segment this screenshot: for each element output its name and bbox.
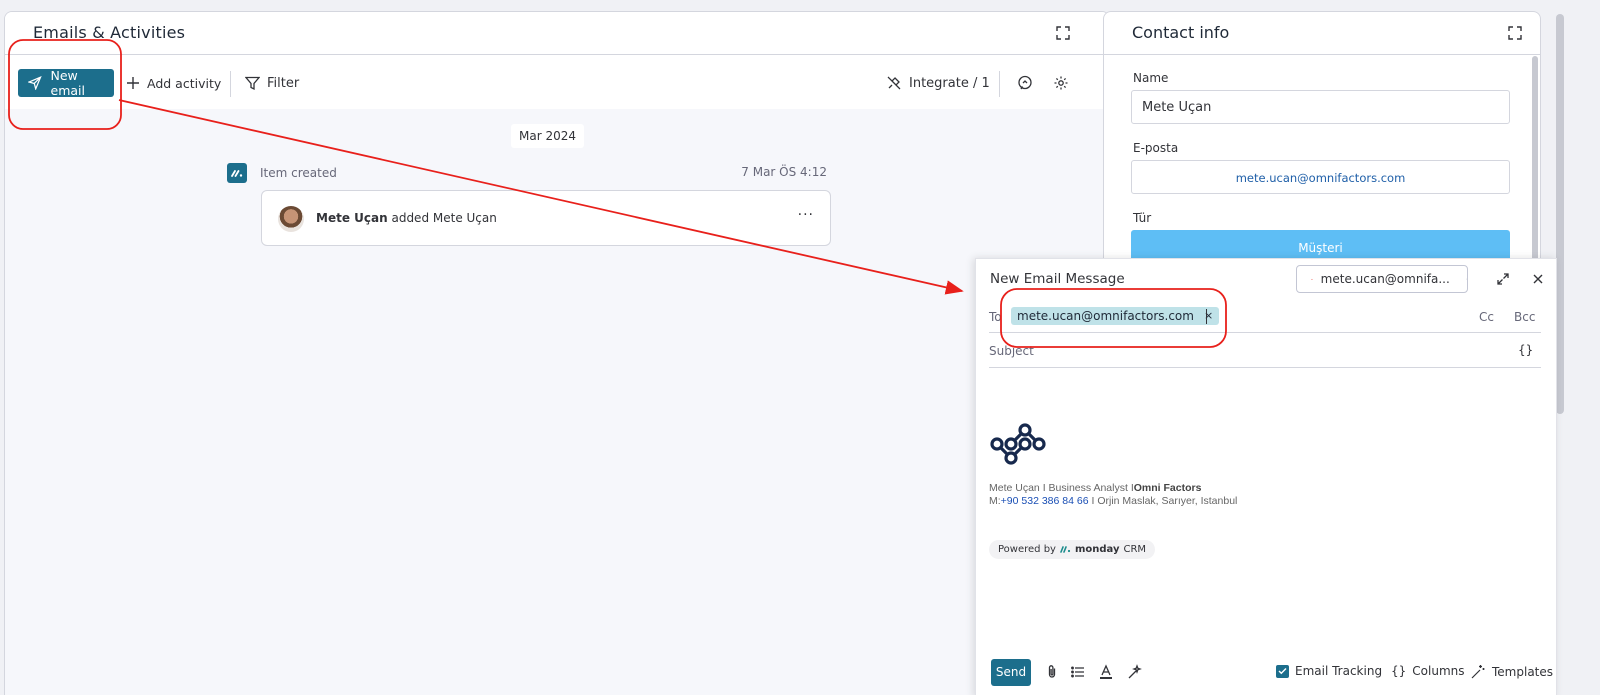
gmail-icon xyxy=(1311,278,1313,280)
to-row: To mete.ucan@omnifactors.com × Cc Bcc xyxy=(989,299,1541,333)
integrate-label: Integrate / 1 xyxy=(909,75,990,91)
phone-prefix: M: xyxy=(989,495,1001,507)
filter-icon xyxy=(245,76,260,90)
name-label: Name xyxy=(1133,71,1169,85)
recipient-chip[interactable]: mete.ucan@omnifactors.com × xyxy=(1011,307,1220,325)
emails-activities-panel: Emails & Activities New email Add activi… xyxy=(4,11,1110,695)
new-email-label: New email xyxy=(50,68,85,98)
email-label: E-posta xyxy=(1133,141,1179,155)
monday-logo-icon xyxy=(227,163,247,183)
columns-label: Columns xyxy=(1412,664,1465,678)
account-select[interactable]: mete.ucan@omnifa... xyxy=(1296,265,1468,293)
compose-window: New Email Message mete.ucan@omnifa... To… xyxy=(975,258,1557,695)
expand-icon[interactable] xyxy=(1507,25,1523,41)
monday-logo-icon xyxy=(1060,546,1071,553)
signature-name-part: Mete Uçan I Business Analyst I xyxy=(989,482,1134,494)
contact-info-title: Contact info xyxy=(1132,23,1230,42)
text-cursor xyxy=(1206,309,1207,324)
paperclip-icon[interactable] xyxy=(1044,664,1060,680)
send-plane-icon xyxy=(28,76,42,90)
signature-phone[interactable]: +90 532 386 84 66 xyxy=(1001,495,1089,507)
signature-address: I Orjin Maslak, Sarıyer, Istanbul xyxy=(1091,495,1238,507)
toolbar-divider xyxy=(230,71,231,97)
templates-label: Templates xyxy=(1492,664,1554,679)
ai-sparkle-icon[interactable] xyxy=(1127,664,1143,680)
activity-label: Item created xyxy=(260,166,337,180)
variables-icon[interactable]: {} xyxy=(1518,343,1533,357)
type-label: Tür xyxy=(1133,211,1152,225)
powered-suffix: CRM xyxy=(1123,544,1147,555)
expand-icon[interactable] xyxy=(1055,25,1071,41)
email-field[interactable]: mete.ucan@omnifactors.com xyxy=(1131,160,1510,194)
activity-timestamp: 7 Mar ÖS 4:12 xyxy=(741,165,827,179)
maximize-icon[interactable] xyxy=(1497,273,1509,285)
filter-label: Filter xyxy=(267,75,300,91)
powered-brand: monday xyxy=(1074,544,1120,555)
page-scrollbar[interactable] xyxy=(1556,14,1564,414)
settings-gear-icon[interactable] xyxy=(1051,73,1071,93)
email-tracking-label: Email Tracking xyxy=(1295,664,1383,678)
activities-toolbar: New email Add activity Filter Integrate … xyxy=(5,55,1109,109)
activity-actor: Mete Uçan xyxy=(316,211,388,225)
recipient-email: mete.ucan@omnifactors.com xyxy=(1017,309,1194,323)
omni-factors-logo xyxy=(990,423,1046,465)
add-activity-label: Add activity xyxy=(147,75,222,91)
type-value: Müşteri xyxy=(1298,241,1343,255)
name-value: Mete Uçan xyxy=(1142,100,1212,115)
compose-footer: Send Email Tracking {} Columns Templates xyxy=(976,653,1556,695)
name-field[interactable]: Mete Uçan xyxy=(1131,90,1510,124)
powered-by-text: Powered by xyxy=(998,544,1056,555)
account-value: mete.ucan@omnifa... xyxy=(1320,272,1450,286)
panel-title: Emails & Activities xyxy=(33,23,186,42)
send-button[interactable]: Send xyxy=(991,659,1031,686)
activity-text: Mete Uçan added Mete Uçan xyxy=(316,211,497,225)
chat-icon[interactable] xyxy=(1015,73,1035,93)
panel-header: Emails & Activities xyxy=(5,12,1109,55)
plug-off-icon xyxy=(887,76,901,90)
add-activity-button[interactable]: Add activity xyxy=(126,71,221,95)
braces-icon: {} xyxy=(1391,664,1407,678)
activity-row: Item created 7 Mar ÖS 4:12 xyxy=(227,163,831,183)
signature-company: Omni Factors xyxy=(1133,482,1202,494)
cc-button[interactable]: Cc xyxy=(1479,310,1494,324)
more-options-button[interactable]: ··· xyxy=(798,207,814,223)
bcc-button[interactable]: Bcc xyxy=(1514,310,1535,324)
new-email-button[interactable]: New email xyxy=(18,68,114,98)
plus-icon xyxy=(127,77,139,89)
avatar xyxy=(278,206,304,232)
powered-by-badge[interactable]: Powered by monday CRM xyxy=(989,540,1156,559)
filter-button[interactable]: Filter xyxy=(245,71,299,95)
close-icon[interactable] xyxy=(1533,274,1543,284)
list-icon[interactable] xyxy=(1070,664,1086,680)
date-separator: Mar 2024 xyxy=(511,124,584,148)
compose-title: New Email Message xyxy=(990,271,1125,287)
subject-input[interactable]: Subject xyxy=(989,344,1034,358)
toolbar-divider xyxy=(999,71,1000,97)
contact-info-header: Contact info xyxy=(1104,12,1540,55)
text-color-icon[interactable] xyxy=(1098,664,1114,680)
checkbox-checked-icon[interactable] xyxy=(1276,664,1289,678)
activity-action: added Mete Uçan xyxy=(391,211,497,225)
subject-row[interactable]: Subject {} xyxy=(989,334,1541,368)
to-label: To xyxy=(989,310,1002,324)
magic-wand-icon xyxy=(1471,665,1485,679)
columns-button[interactable]: {} Columns xyxy=(1391,664,1465,678)
chevron-down-icon xyxy=(1465,278,1467,280)
signature-contact: M:+90 532 386 84 66 I Orjin Maslak, Sarı… xyxy=(989,495,1237,507)
activity-card: Mete Uçan added Mete Uçan ··· xyxy=(261,190,831,246)
signature-title: Mete Uçan I Business Analyst IOmni Facto… xyxy=(989,482,1201,494)
email-tracking-toggle[interactable]: Email Tracking xyxy=(1276,664,1382,678)
integrate-button[interactable]: Integrate / 1 xyxy=(886,71,990,95)
templates-button[interactable]: Templates xyxy=(1471,664,1553,679)
email-link[interactable]: mete.ucan@omnifactors.com xyxy=(1236,171,1406,185)
